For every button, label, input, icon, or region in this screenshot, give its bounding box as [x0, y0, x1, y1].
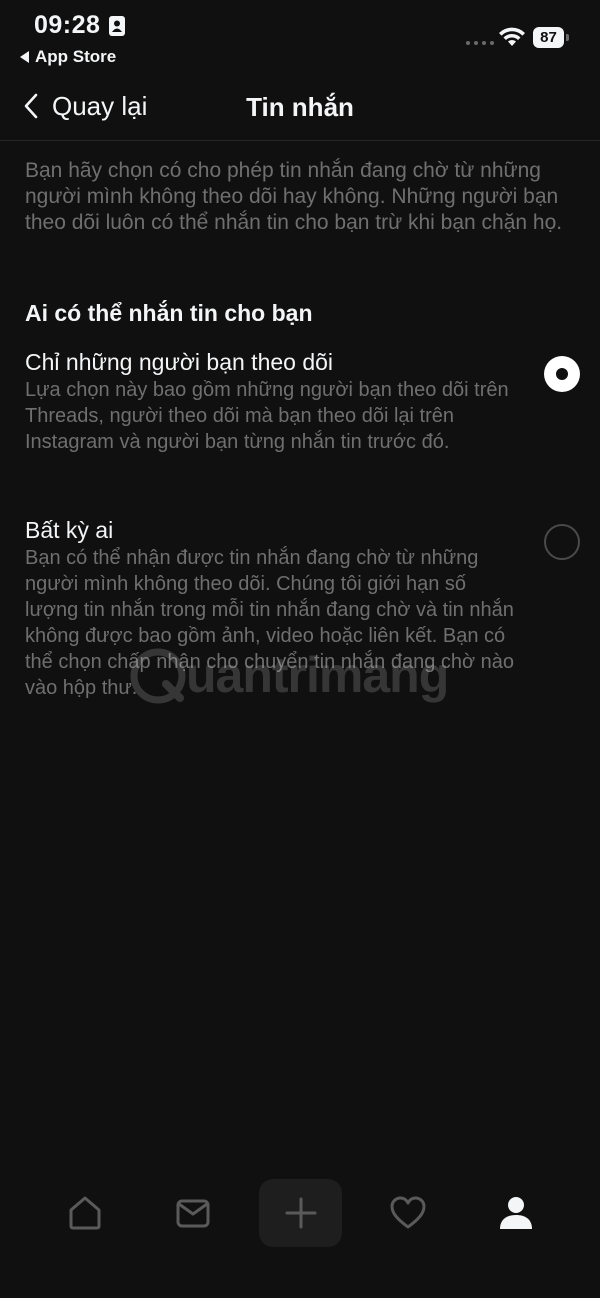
back-triangle-icon	[20, 51, 29, 63]
battery-level: 87	[533, 27, 564, 48]
option-description: Lựa chọn này bao gồm những người bạn the…	[25, 379, 509, 453]
inbox-icon	[176, 1199, 210, 1228]
option-following-only[interactable]: Chỉ những người bạn theo dõi Lựa chọn nà…	[25, 347, 580, 455]
status-time: 09:28	[34, 11, 101, 39]
tab-profile[interactable]	[486, 1180, 546, 1246]
back-app-label: App Store	[35, 47, 117, 66]
plus-icon	[285, 1197, 316, 1229]
tab-new-post[interactable]	[259, 1179, 342, 1247]
tab-activity[interactable]	[378, 1180, 438, 1246]
section-title: Ai có thể nhắn tin cho bạn	[25, 300, 313, 326]
bottom-tab-bar	[0, 1170, 600, 1260]
page-title: Tin nhắn	[246, 92, 354, 122]
home-icon	[69, 1196, 101, 1230]
cellular-signal-icon	[466, 41, 494, 45]
heart-icon	[390, 1196, 426, 1229]
tab-inbox[interactable]	[163, 1180, 223, 1246]
option-description: Bạn có thể nhận được tin nhắn đang chờ t…	[25, 547, 515, 699]
wifi-icon	[499, 27, 525, 46]
battery-icon: 87	[533, 27, 569, 48]
id-card-icon	[109, 16, 125, 36]
back-to-app-link[interactable]: App Store	[20, 47, 116, 67]
nav-header: Quay lại Tin nhắn	[0, 76, 600, 141]
radio-selected[interactable]	[544, 356, 580, 392]
intro-description: Bạn hãy chọn có cho phép tin nhắn đang c…	[25, 159, 563, 234]
profile-icon	[500, 1197, 532, 1229]
option-anyone[interactable]: Bất kỳ ai Bạn có thể nhận được tin nhắn …	[25, 515, 580, 701]
option-title: Bất kỳ ai	[25, 517, 114, 543]
radio-unselected[interactable]	[544, 524, 580, 560]
tab-home[interactable]	[55, 1180, 115, 1246]
option-title: Chỉ những người bạn theo dõi	[25, 349, 334, 375]
status-bar: 09:28 App Store 87	[0, 0, 600, 80]
